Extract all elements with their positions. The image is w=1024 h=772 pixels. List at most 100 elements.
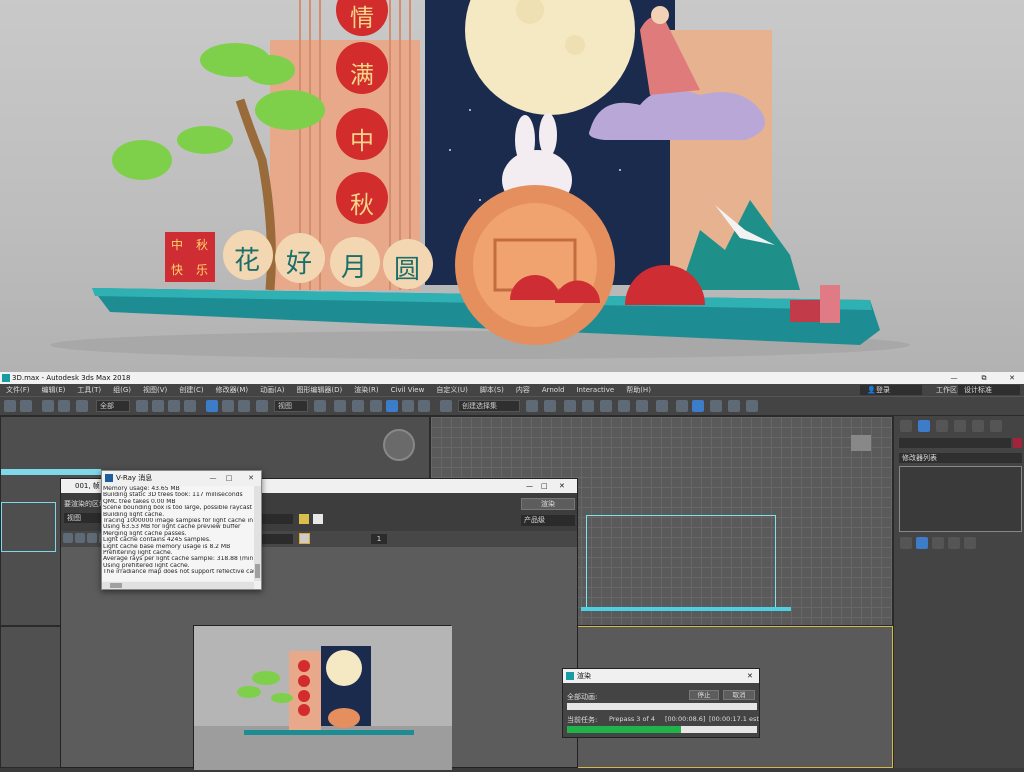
- menu-rendering[interactable]: 渲染(R): [348, 384, 384, 396]
- rendered-frame-window-icon[interactable]: [692, 400, 704, 412]
- menu-interactive[interactable]: Interactive: [570, 384, 620, 396]
- material-editor-icon[interactable]: [656, 400, 668, 412]
- menu-modifiers[interactable]: 修改器(M): [210, 384, 255, 396]
- selection-filter-dropdown[interactable]: 全部: [96, 400, 130, 412]
- display-tab-icon[interactable]: [972, 420, 984, 432]
- schematic-view-icon[interactable]: [636, 400, 648, 412]
- menu-content[interactable]: 内容: [510, 384, 536, 396]
- configure-sets-icon[interactable]: [964, 537, 976, 549]
- object-color-swatch[interactable]: [1013, 438, 1022, 448]
- select-manipulate-icon[interactable]: [334, 400, 346, 412]
- rect-selection-icon[interactable]: [168, 400, 180, 412]
- undo-icon[interactable]: [4, 400, 16, 412]
- align-icon[interactable]: [544, 400, 556, 412]
- vray-messages-maximize-button[interactable]: □: [222, 471, 236, 485]
- spinner-snap-icon[interactable]: [418, 400, 430, 412]
- minimize-button[interactable]: —: [944, 372, 964, 384]
- vray-messages-minimize-button[interactable]: —: [206, 471, 220, 485]
- rgb-channel-dropdown[interactable]: [261, 534, 293, 544]
- vray-messages-hscrollbar[interactable]: [102, 582, 254, 589]
- scrollbar-thumb[interactable]: [255, 564, 260, 578]
- ribbon-icon[interactable]: [600, 400, 612, 412]
- menu-civil-view[interactable]: Civil View: [385, 384, 431, 396]
- scene-explorer-icon[interactable]: [564, 400, 576, 412]
- render-preset-dropdown[interactable]: 产品级: [521, 515, 575, 526]
- save-image-icon[interactable]: [63, 533, 73, 543]
- close-button[interactable]: ✕: [1002, 372, 1022, 384]
- motion-tab-icon[interactable]: [954, 420, 966, 432]
- cancel-render-button[interactable]: 取消: [723, 690, 755, 700]
- menu-file[interactable]: 文件(F): [0, 384, 36, 396]
- keyboard-shortcut-icon[interactable]: [352, 400, 364, 412]
- viewcube[interactable]: [383, 429, 415, 461]
- color-swatch-icon[interactable]: [299, 533, 310, 544]
- modifier-list-dropdown[interactable]: 修改器列表: [899, 453, 1022, 463]
- select-by-name-icon[interactable]: [152, 400, 164, 412]
- placement-icon[interactable]: [256, 400, 268, 412]
- menu-group[interactable]: 组(G): [107, 384, 137, 396]
- make-unique-icon[interactable]: [932, 537, 944, 549]
- angle-snap-icon[interactable]: [386, 400, 398, 412]
- menu-graph-editors[interactable]: 图形编辑器(D): [290, 384, 348, 396]
- curve-editor-icon[interactable]: [618, 400, 630, 412]
- unlink-icon[interactable]: [58, 400, 70, 412]
- menu-scripting[interactable]: 脚本(S): [474, 384, 510, 396]
- remove-modifier-icon[interactable]: [948, 537, 960, 549]
- workspace-select[interactable]: 设计标准: [958, 385, 1020, 395]
- render-area-dropdown[interactable]: 视图: [64, 513, 102, 523]
- redo-icon[interactable]: [20, 400, 32, 412]
- render-iterative-icon[interactable]: [728, 400, 740, 412]
- named-selection-dropdown[interactable]: 创建选择集: [458, 400, 520, 412]
- window-crossing-icon[interactable]: [184, 400, 196, 412]
- menu-customize[interactable]: 自定义(U): [430, 384, 474, 396]
- menu-edit[interactable]: 编辑(E): [36, 384, 72, 396]
- pivot-icon[interactable]: [314, 400, 326, 412]
- edit-named-sel-icon[interactable]: [440, 400, 452, 412]
- track-icon[interactable]: [313, 514, 323, 524]
- create-tab-icon[interactable]: [900, 420, 912, 432]
- vray-messages-scrollbar[interactable]: [254, 486, 261, 581]
- scale-icon[interactable]: [238, 400, 250, 412]
- show-end-result-icon[interactable]: [916, 537, 928, 549]
- render-button[interactable]: 渲染: [521, 498, 575, 510]
- pause-button[interactable]: 停止: [689, 690, 719, 700]
- frame-spinner[interactable]: 1: [371, 534, 387, 544]
- render-production-icon[interactable]: [710, 400, 722, 412]
- menu-views[interactable]: 视图(V): [137, 384, 173, 396]
- render-setup-icon[interactable]: [676, 400, 688, 412]
- vfb-minimize-button[interactable]: —: [526, 479, 533, 493]
- copy-image-icon[interactable]: [75, 533, 85, 543]
- move-icon[interactable]: [206, 400, 218, 412]
- menu-create[interactable]: 创建(C): [173, 384, 209, 396]
- utilities-tab-icon[interactable]: [990, 420, 1002, 432]
- channel-dropdown[interactable]: [261, 514, 293, 524]
- viewcube-front[interactable]: [851, 435, 871, 451]
- menu-animation[interactable]: 动画(A): [254, 384, 290, 396]
- modify-tab-icon[interactable]: [918, 420, 930, 432]
- object-name-field[interactable]: [899, 438, 1011, 448]
- rotate-icon[interactable]: [222, 400, 234, 412]
- percent-snap-icon[interactable]: [402, 400, 414, 412]
- reference-coord-dropdown[interactable]: 视图: [274, 400, 308, 412]
- pick-icon[interactable]: [299, 514, 309, 524]
- login-button[interactable]: 👤 登录: [860, 385, 922, 395]
- menu-tools[interactable]: 工具(T): [71, 384, 107, 396]
- pin-stack-icon[interactable]: [900, 537, 912, 549]
- select-object-icon[interactable]: [136, 400, 148, 412]
- vray-messages-log[interactable]: Memory usage: 43.65 MB Building static 3…: [102, 486, 254, 581]
- vray-messages-close-button[interactable]: ✕: [244, 471, 258, 485]
- vfb-close-button[interactable]: ✕: [559, 479, 565, 493]
- modifier-stack[interactable]: [899, 466, 1022, 532]
- hierarchy-tab-icon[interactable]: [936, 420, 948, 432]
- mirror-icon[interactable]: [526, 400, 538, 412]
- bind-space-warp-icon[interactable]: [76, 400, 88, 412]
- clone-icon[interactable]: [87, 533, 97, 543]
- snaps-toggle-icon[interactable]: [370, 400, 382, 412]
- vfb-restore-button[interactable]: □: [541, 479, 548, 493]
- link-icon[interactable]: [42, 400, 54, 412]
- menu-arnold[interactable]: Arnold: [536, 384, 571, 396]
- render-cloud-icon[interactable]: [746, 400, 758, 412]
- render-dialog-close-button[interactable]: ✕: [747, 669, 753, 683]
- hscrollbar-thumb[interactable]: [110, 583, 122, 588]
- layer-explorer-icon[interactable]: [582, 400, 594, 412]
